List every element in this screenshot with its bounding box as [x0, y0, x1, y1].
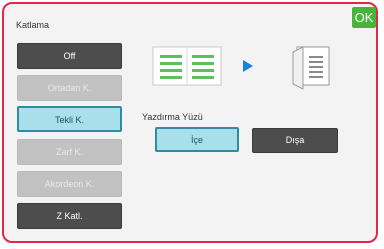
ok-button[interactable]: OK — [352, 7, 376, 28]
folded-sheet-icon — [292, 46, 330, 90]
fold-option-tekli[interactable]: Tekli K. — [17, 106, 122, 132]
fold-option-zarf: Zarf K. — [17, 139, 122, 165]
fold-option-off[interactable]: Off — [17, 43, 122, 69]
fold-option-akordeon: Akordeon K. — [17, 171, 122, 197]
dialog-title: Katlama — [16, 20, 50, 30]
open-book-icon — [152, 46, 222, 86]
fold-option-ortadan: Ortadan K. — [17, 75, 122, 101]
fold-option-z[interactable]: Z Katl. — [17, 203, 122, 229]
print-side-label: Yazdırma Yüzü — [142, 112, 203, 122]
play-arrow-icon — [243, 60, 253, 72]
print-side-inside-button[interactable]: İçe — [155, 127, 239, 152]
print-side-outside-button[interactable]: Dışa — [252, 128, 338, 153]
